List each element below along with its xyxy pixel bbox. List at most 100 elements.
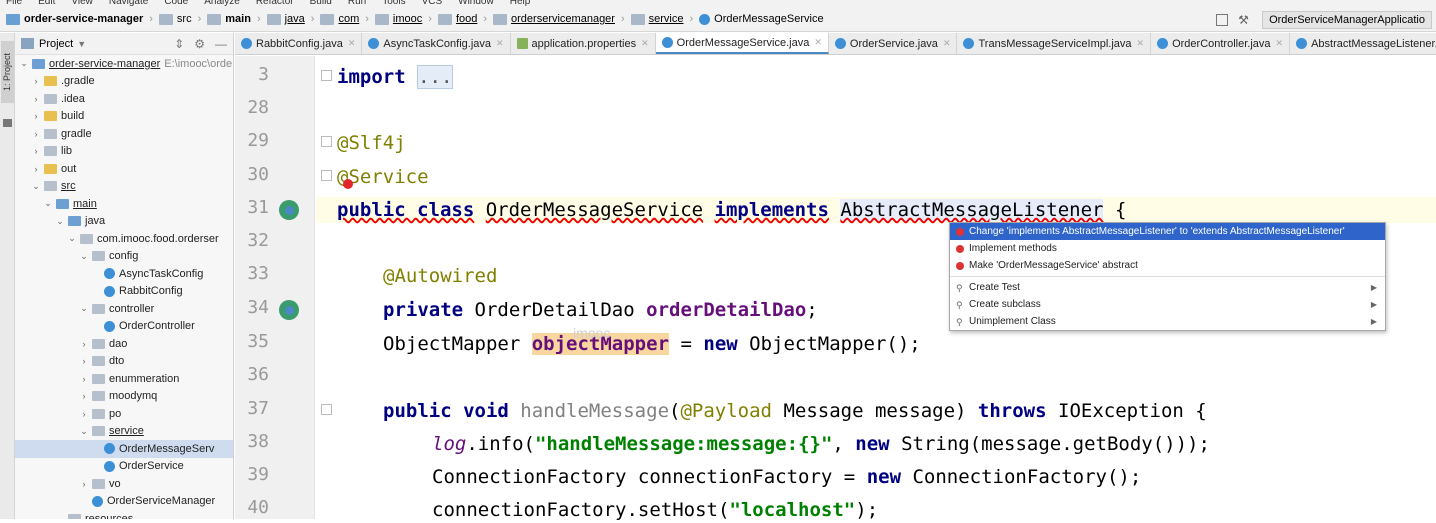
breadcrumb-project[interactable]: order-service-manager › bbox=[6, 13, 153, 25]
tree-item[interactable]: ⌄ java bbox=[15, 213, 233, 231]
breadcrumb-item[interactable]: food › bbox=[437, 13, 487, 25]
menu-item-analyze[interactable]: Analyze bbox=[204, 0, 240, 7]
menu-item-file[interactable]: File bbox=[6, 0, 22, 7]
breadcrumb-item[interactable]: imooc › bbox=[374, 13, 432, 25]
chevron-right-icon[interactable]: › bbox=[79, 391, 89, 401]
tree-item[interactable]: ⌄ controller bbox=[15, 300, 233, 318]
tree-item[interactable]: ⌄ order-service-manager E:\imooc\orde bbox=[15, 55, 233, 73]
tree-item[interactable]: › lib bbox=[15, 143, 233, 161]
chevron-down-icon[interactable]: ⌄ bbox=[67, 233, 77, 244]
breadcrumb-item[interactable]: main › bbox=[207, 13, 261, 25]
breadcrumb-item[interactable]: com › bbox=[320, 13, 369, 25]
chevron-down-icon[interactable]: ⌄ bbox=[79, 426, 89, 437]
editor-tab[interactable]: OrderController.java ✕ bbox=[1151, 33, 1291, 54]
chevron-down-icon[interactable]: ⌄ bbox=[43, 198, 53, 209]
close-icon[interactable]: ✕ bbox=[348, 38, 356, 49]
close-icon[interactable]: ✕ bbox=[1276, 38, 1284, 49]
close-icon[interactable]: ✕ bbox=[641, 38, 649, 49]
close-icon[interactable]: ✕ bbox=[814, 37, 822, 48]
chevron-right-icon[interactable]: › bbox=[31, 146, 41, 156]
chevron-right-icon[interactable]: › bbox=[31, 111, 41, 121]
tree-item[interactable]: › dto bbox=[15, 353, 233, 371]
editor-tab[interactable]: RabbitConfig.java ✕ bbox=[235, 33, 363, 54]
menu-item-tools[interactable]: Tools bbox=[382, 0, 405, 7]
editor-tab[interactable]: AbstractMessageListener.java✕ bbox=[1290, 33, 1436, 54]
intention-item[interactable]: ⚲ Unimplement Class ▶ bbox=[950, 313, 1385, 330]
tree-item[interactable]: › dao bbox=[15, 335, 233, 353]
tree-item[interactable]: ⌄ service bbox=[15, 423, 233, 441]
chevron-down-icon[interactable]: ▼ bbox=[77, 39, 86, 49]
menu-item-navigate[interactable]: Navigate bbox=[109, 0, 148, 7]
interface-reference[interactable]: AbstractMessageListener bbox=[840, 199, 1104, 221]
editor-tab[interactable]: OrderMessageService.java ✕ bbox=[655, 33, 829, 54]
intention-item[interactable]: ⚲ Create Test ▶ bbox=[950, 279, 1385, 296]
tree-item[interactable]: › out bbox=[15, 160, 233, 178]
tree-item[interactable]: OrderServiceManager bbox=[15, 493, 233, 511]
editor-tab[interactable]: application.properties ✕ bbox=[511, 33, 656, 54]
implemented-gutter-icon[interactable] bbox=[279, 300, 299, 320]
menu-item-code[interactable]: Code bbox=[164, 0, 188, 7]
editor-tab[interactable]: AsyncTaskConfig.java ✕ bbox=[362, 33, 511, 54]
tree-item[interactable]: › moodymq bbox=[15, 388, 233, 406]
folded-imports[interactable]: ... bbox=[417, 65, 454, 89]
breadcrumb-item[interactable]: java › bbox=[266, 13, 314, 25]
project-tool-window-button[interactable]: 1: Project bbox=[1, 41, 14, 103]
breadcrumb-item[interactable]: src › bbox=[158, 13, 201, 25]
chevron-down-icon[interactable]: ⌄ bbox=[55, 513, 65, 519]
hide-icon[interactable]: — bbox=[215, 37, 227, 51]
chevron-right-icon[interactable]: › bbox=[79, 339, 89, 349]
menu-item-vcs[interactable]: VCS bbox=[422, 0, 443, 7]
close-icon[interactable]: ✕ bbox=[1137, 38, 1145, 49]
tree-item[interactable]: AsyncTaskConfig bbox=[15, 265, 233, 283]
chevron-down-icon[interactable]: ⌄ bbox=[79, 303, 89, 314]
tree-item[interactable]: ⌄ config bbox=[15, 248, 233, 266]
menu-item-refactor[interactable]: Refactor bbox=[256, 0, 294, 7]
chevron-down-icon[interactable]: ⌄ bbox=[31, 181, 41, 192]
tree-item[interactable]: ⌄ src bbox=[15, 178, 233, 196]
tree-item[interactable]: › .gradle bbox=[15, 73, 233, 91]
chevron-right-icon[interactable]: › bbox=[79, 374, 89, 384]
implemented-gutter-icon[interactable] bbox=[279, 200, 299, 220]
menu-item-help[interactable]: Help bbox=[510, 0, 531, 7]
tree-item[interactable]: › po bbox=[15, 405, 233, 423]
gear-icon[interactable]: ⚙ bbox=[194, 37, 205, 51]
tree-item[interactable]: › gradle bbox=[15, 125, 233, 143]
chevron-right-icon[interactable]: › bbox=[79, 479, 89, 489]
build-hammer-icon[interactable]: ⚒ bbox=[1238, 14, 1252, 26]
chevron-right-icon[interactable]: › bbox=[31, 76, 41, 86]
tree-item[interactable]: › .idea bbox=[15, 90, 233, 108]
close-icon[interactable]: ✕ bbox=[943, 38, 951, 49]
breadcrumb-file[interactable]: OrderMessageService bbox=[699, 13, 824, 25]
project-view-select[interactable]: Project bbox=[39, 38, 73, 50]
structure-icon[interactable] bbox=[3, 119, 12, 127]
menu-item-build[interactable]: Build bbox=[310, 0, 332, 7]
tree-item[interactable]: OrderMessageServ bbox=[15, 440, 233, 458]
chevron-right-icon[interactable]: › bbox=[79, 409, 89, 419]
close-icon[interactable]: ✕ bbox=[496, 38, 504, 49]
run-configuration-select[interactable]: OrderServiceManagerApplicatio bbox=[1262, 10, 1432, 29]
tree-item[interactable]: OrderController bbox=[15, 318, 233, 336]
chevron-down-icon[interactable]: ⌄ bbox=[79, 251, 89, 262]
menu-item-view[interactable]: View bbox=[71, 0, 93, 7]
intention-item[interactable]: Change 'implements AbstractMessageListen… bbox=[950, 223, 1385, 240]
chevron-down-icon[interactable]: ⌄ bbox=[55, 216, 65, 227]
error-bulb-icon[interactable] bbox=[343, 179, 353, 189]
menu-item-run[interactable]: Run bbox=[348, 0, 366, 7]
collapse-all-icon[interactable]: ⇕ bbox=[174, 37, 184, 51]
menu-item-edit[interactable]: Edit bbox=[38, 0, 55, 7]
intention-item[interactable]: Make 'OrderMessageService' abstract bbox=[950, 257, 1385, 274]
chevron-right-icon[interactable]: › bbox=[31, 94, 41, 104]
intention-item[interactable]: ⚲ Create subclass ▶ bbox=[950, 296, 1385, 313]
editor-tab[interactable]: TransMessageServiceImpl.java ✕ bbox=[957, 33, 1152, 54]
intention-item[interactable]: Implement methods bbox=[950, 240, 1385, 257]
chevron-down-icon[interactable]: ⌄ bbox=[19, 58, 29, 69]
tree-item[interactable]: › build bbox=[15, 108, 233, 126]
tree-item[interactable]: › vo bbox=[15, 475, 233, 493]
chevron-right-icon[interactable]: › bbox=[31, 129, 41, 139]
editor-tab[interactable]: OrderService.java ✕ bbox=[829, 33, 958, 54]
tree-item[interactable]: › enummeration bbox=[15, 370, 233, 388]
layout-icon[interactable] bbox=[1216, 13, 1229, 26]
tree-item[interactable]: RabbitConfig bbox=[15, 283, 233, 301]
chevron-right-icon[interactable]: › bbox=[79, 356, 89, 366]
menu-item-window[interactable]: Window bbox=[458, 0, 494, 7]
